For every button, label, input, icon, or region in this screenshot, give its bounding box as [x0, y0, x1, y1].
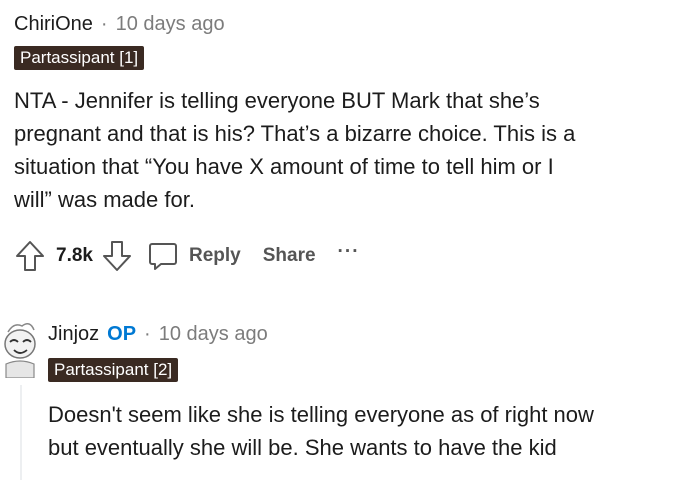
- comment-body-line: will” was made for.: [14, 187, 195, 212]
- share-button[interactable]: Share: [263, 245, 316, 267]
- comment-meta: ChiriOne · 10 days ago: [14, 10, 694, 38]
- user-flair: Partassipant [2]: [48, 358, 179, 382]
- comment-body-line: but eventually she will be. She wants to…: [48, 435, 557, 460]
- thread-line[interactable]: [20, 385, 22, 480]
- reply-comment: Jinjoz OP · 10 days ago Partassipant [2]…: [0, 310, 700, 480]
- op-badge: OP: [107, 323, 137, 345]
- meta-separator: ·: [144, 323, 151, 345]
- reply-button[interactable]: Reply: [147, 240, 241, 272]
- comment-actions: 7.8k Reply Share ···: [14, 236, 694, 276]
- comment-author[interactable]: ChiriOne: [14, 10, 93, 38]
- comment-author[interactable]: Jinjoz: [48, 320, 99, 348]
- comment-meta: Jinjoz OP · 10 days ago: [48, 320, 268, 348]
- comment-body-line: Doesn't seem like she is telling everyon…: [48, 402, 594, 427]
- comment-body-line: pregnant and that is his? That’s a bizar…: [14, 121, 576, 146]
- comment: ChiriOne · 10 days ago Partassipant [1] …: [14, 10, 694, 276]
- upvote-icon[interactable]: [14, 239, 46, 273]
- more-options-icon: ···: [337, 241, 360, 262]
- user-flair: Partassipant [1]: [14, 46, 145, 70]
- comment-body-line: NTA - Jennifer is telling everyone BUT M…: [14, 88, 540, 113]
- comment-body: NTA - Jennifer is telling everyone BUT M…: [14, 84, 694, 216]
- more-options-button[interactable]: ···: [338, 241, 360, 267]
- vote-count: 7.8k: [56, 245, 93, 266]
- avatar[interactable]: [0, 314, 40, 379]
- meta-separator: ·: [100, 13, 108, 35]
- comment-timestamp[interactable]: 10 days ago: [159, 320, 268, 348]
- comment-timestamp[interactable]: 10 days ago: [116, 10, 225, 38]
- comment-body: Doesn't seem like she is telling everyon…: [48, 398, 688, 464]
- share-label: Share: [262, 245, 316, 266]
- comment-body-line: situation that “You have X amount of tim…: [14, 154, 554, 179]
- downvote-icon[interactable]: [101, 239, 133, 273]
- comment-bubble-icon: [147, 240, 179, 272]
- reply-label: Reply: [188, 245, 241, 266]
